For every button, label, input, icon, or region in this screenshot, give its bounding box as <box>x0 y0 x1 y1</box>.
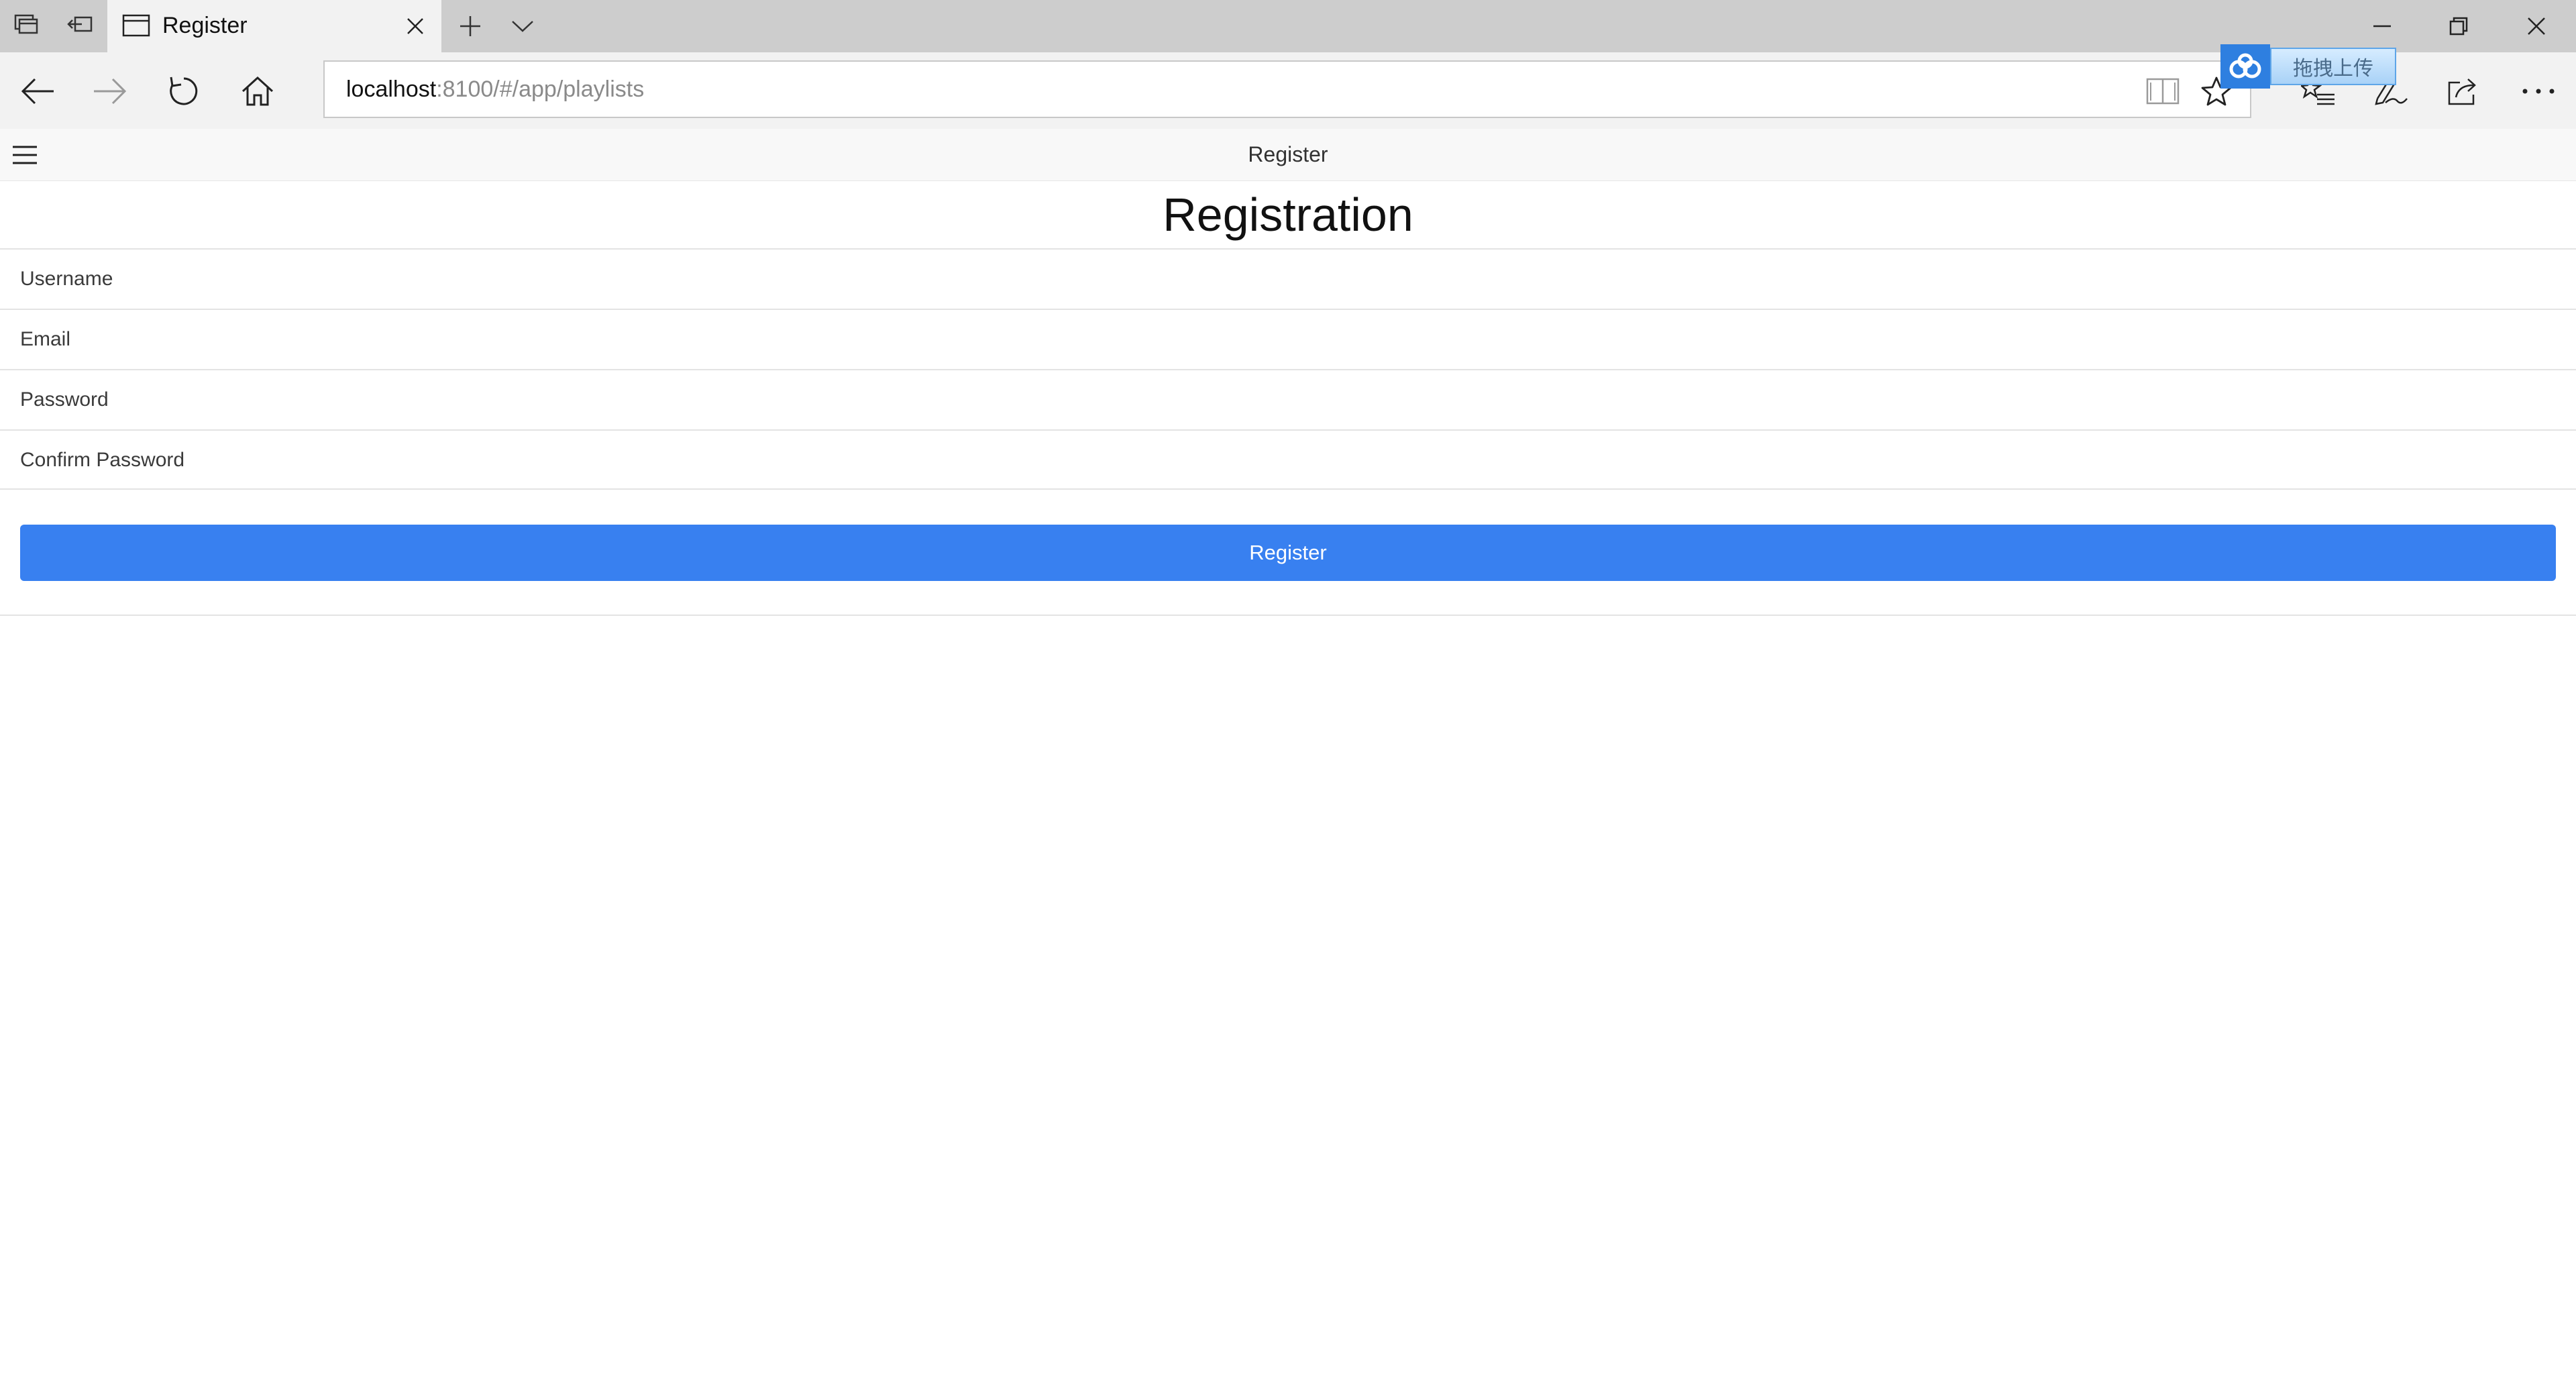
browser-toolbar: localhost:8100/#/app/playlists <box>0 52 2576 129</box>
reading-view-button[interactable] <box>2143 71 2183 111</box>
close-icon <box>2528 17 2545 35</box>
cloud-logo-icon <box>2220 44 2270 89</box>
minimize-icon <box>2373 25 2391 28</box>
share-icon <box>2448 78 2476 105</box>
confirm-password-row <box>0 429 2576 490</box>
password-input[interactable] <box>0 370 2576 429</box>
tab-title: Register <box>162 13 248 38</box>
url-host: localhost <box>346 76 437 102</box>
restore-button[interactable] <box>2420 0 2497 52</box>
share-button[interactable] <box>2436 64 2490 118</box>
close-icon <box>407 18 423 34</box>
email-row <box>0 309 2576 369</box>
tab-preview-button[interactable] <box>0 0 52 52</box>
form-divider <box>0 615 2576 616</box>
more-icon <box>2522 89 2555 94</box>
confirm-password-input[interactable] <box>0 431 2576 490</box>
set-tabs-aside-button[interactable] <box>54 0 106 52</box>
plus-icon <box>460 16 480 36</box>
tab-close-button[interactable] <box>400 11 431 42</box>
header-title: Register <box>1248 142 1328 166</box>
register-button[interactable]: Register <box>20 525 2556 581</box>
app-header: Register <box>0 129 2576 181</box>
more-button[interactable] <box>2512 64 2565 118</box>
chevron-down-icon <box>512 21 533 32</box>
username-row <box>0 248 2576 309</box>
url-path: :8100/#/app/playlists <box>436 76 645 102</box>
address-url: localhost:8100/#/app/playlists <box>346 76 644 103</box>
tab-preview-icon <box>13 13 39 40</box>
username-input[interactable] <box>0 250 2576 309</box>
restore-icon <box>2449 17 2468 36</box>
email-input[interactable] <box>0 310 2576 369</box>
password-row <box>0 369 2576 429</box>
page-title: Registration <box>1163 189 1413 241</box>
page-icon <box>122 13 150 41</box>
forward-button[interactable] <box>83 64 137 118</box>
set-tabs-aside-icon <box>67 15 93 38</box>
new-tab-button[interactable] <box>449 0 491 52</box>
address-bar[interactable]: localhost:8100/#/app/playlists <box>323 60 2251 118</box>
home-icon <box>241 76 274 106</box>
tab-list-button[interactable] <box>502 0 543 52</box>
refresh-icon <box>170 76 198 105</box>
back-button[interactable] <box>11 64 64 118</box>
browser-tab-bar: Register <box>0 0 2576 52</box>
window-close-button[interactable] <box>2497 0 2576 52</box>
arrow-left-icon <box>21 78 54 105</box>
book-icon <box>2146 78 2180 105</box>
home-button[interactable] <box>231 64 284 118</box>
drag-upload-widget[interactable]: 拖拽上传 <box>2220 44 2396 89</box>
refresh-button[interactable] <box>157 64 211 118</box>
drag-upload-label: 拖拽上传 <box>2270 48 2396 85</box>
tab-register[interactable]: Register <box>107 0 441 52</box>
arrow-right-icon <box>94 78 127 105</box>
